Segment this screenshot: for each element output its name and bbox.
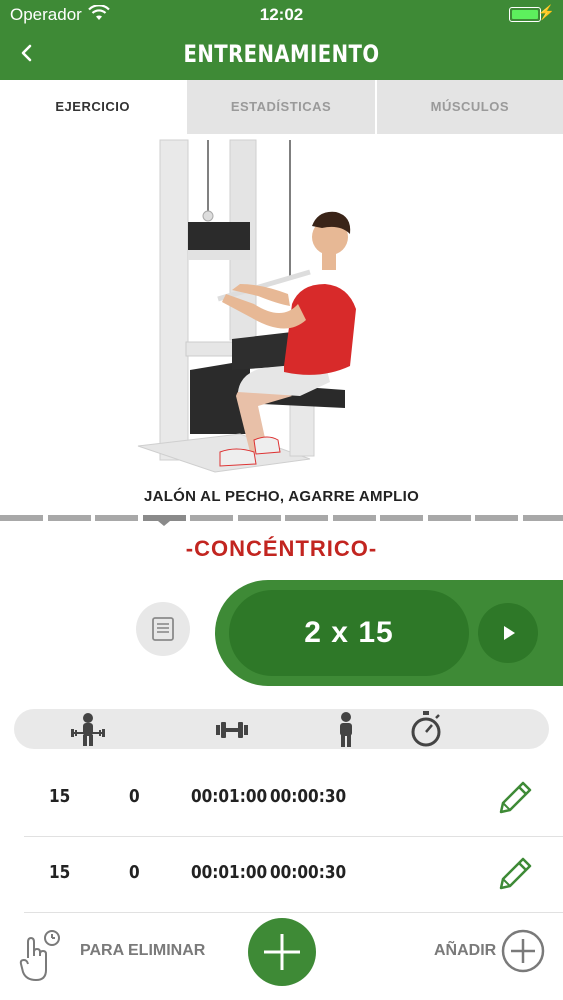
phase-progress-track (0, 513, 563, 529)
set-time: 00:01:00 (191, 786, 268, 807)
add-set-button[interactable] (248, 918, 316, 986)
clock: 12:02 (259, 5, 304, 24)
sets-column-header (14, 709, 549, 749)
stopwatch-icon (406, 709, 446, 749)
dumbbell-icon (212, 709, 252, 749)
set-reps: 15 (49, 786, 71, 807)
set-weight: 0 (129, 862, 140, 883)
delete-hint-label: PARA ELIMINAR (80, 942, 206, 959)
notes-icon (152, 617, 174, 641)
set-rest: 00:00:30 (270, 786, 347, 807)
tab-musculos[interactable]: MÚSCULOS (374, 80, 563, 134)
chevron-left-icon[interactable] (14, 38, 44, 68)
play-button[interactable] (478, 603, 538, 663)
exercise-illustration (0, 134, 563, 484)
add-label[interactable]: AÑADIR (434, 942, 496, 960)
set-rest: 00:00:30 (270, 862, 347, 883)
tab-ejercicio[interactable]: EJERCICIO (0, 80, 186, 134)
set-row: 15 0 00:01:00 00:00:30 (24, 760, 563, 837)
add-circle-icon[interactable] (500, 928, 546, 974)
bottom-toolbar: PARA ELIMINAR AÑADIR (0, 910, 563, 1000)
plus-icon (264, 934, 300, 970)
pencil-icon[interactable] (493, 852, 537, 896)
person-icon (326, 709, 366, 749)
tab-bar: EJERCICIO ESTADÍSTICAS MÚSCULOS (0, 80, 563, 134)
navigation-bar: ENTRENAMIENTO (0, 28, 563, 80)
battery-icon (509, 7, 541, 22)
phase-label: -CONCÉNTRICO- (185, 536, 378, 561)
play-icon (504, 626, 515, 640)
pencil-icon[interactable] (493, 776, 537, 820)
page-title: ENTRENAMIENTO (183, 40, 380, 68)
charging-icon: ⚡ (537, 4, 555, 20)
set-time: 00:01:00 (191, 862, 268, 883)
weightlifter-icon (68, 709, 108, 749)
notes-button[interactable] (136, 602, 190, 656)
status-bar: Operador 12:02 ⚡ (0, 0, 563, 28)
set-reps: 15 (49, 862, 71, 883)
set-weight: 0 (129, 786, 140, 807)
exercise-name: JALÓN AL PECHO, AGARRE AMPLIO (143, 488, 420, 505)
tab-estadisticas[interactable]: ESTADÍSTICAS (185, 80, 374, 134)
set-row: 15 0 00:01:00 00:00:30 (24, 836, 563, 913)
reps-display[interactable]: 2 x 15 (229, 590, 469, 676)
hand-hold-icon (18, 928, 64, 984)
